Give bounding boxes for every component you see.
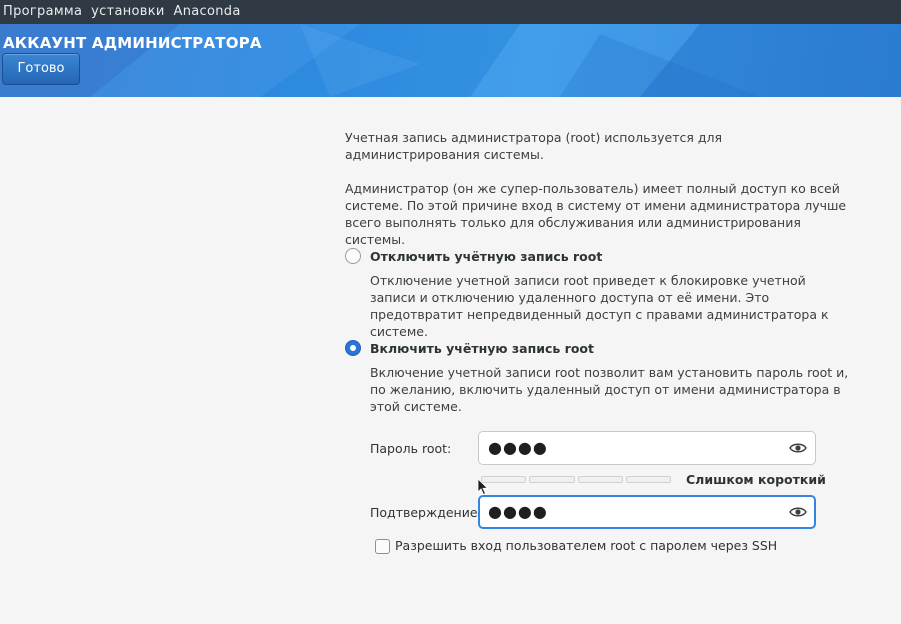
confirm-password-input[interactable]: ●●●● [478, 495, 816, 529]
password-strength-text: Слишком короткий [686, 472, 826, 487]
disable-root-title[interactable]: Отключить учётную запись root [370, 249, 602, 264]
intro-paragraph-1: Учетная запись администратора (root) исп… [345, 130, 723, 162]
ssh-root-login-label[interactable]: Разрешить вход пользователем root с паро… [395, 538, 777, 553]
done-button[interactable]: Готово [2, 53, 80, 85]
page-title: АККАУНТ АДМИНИСТРАТОРА [3, 34, 262, 52]
confirm-password-value: ●●●● [488, 502, 548, 521]
enable-root-description: Включение учетной записи root позволит в… [370, 365, 849, 414]
root-password-input[interactable]: ●●●● [478, 431, 816, 465]
page-header: АККАУНТ АДМИНИСТРАТОРА Готово [0, 24, 901, 97]
enable-root-radio[interactable] [345, 340, 361, 356]
strength-segment [577, 476, 623, 483]
ssh-root-login-checkbox[interactable] [375, 539, 390, 554]
eye-icon[interactable] [789, 441, 807, 455]
disable-root-description: Отключение учетной записи root приведет … [370, 273, 829, 339]
mouse-cursor-icon [477, 478, 489, 496]
password-strength-meter [481, 476, 671, 483]
disable-root-radio[interactable] [345, 248, 361, 264]
confirm-password-label: Подтверждение: [370, 505, 482, 520]
window-title-bar: Программа установки Anaconda [0, 0, 901, 24]
root-password-label: Пароль root: [370, 441, 452, 456]
enable-root-title[interactable]: Включить учётную запись root [370, 341, 594, 356]
strength-segment [529, 476, 575, 483]
strength-segment [625, 476, 671, 483]
root-password-value: ●●●● [488, 438, 548, 457]
app-title: Программа установки Anaconda [3, 4, 241, 19]
intro-paragraph-2: Администратор (он же супер-пользователь)… [345, 181, 847, 247]
eye-icon[interactable] [789, 505, 807, 519]
